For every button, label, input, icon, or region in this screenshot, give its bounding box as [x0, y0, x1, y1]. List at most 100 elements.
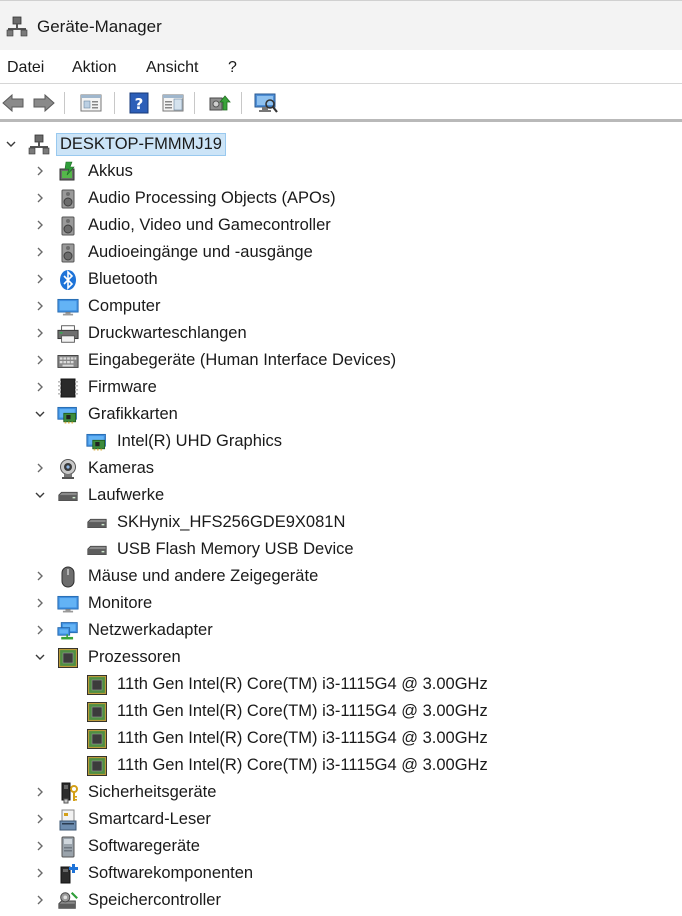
speaker-icon	[57, 188, 79, 210]
toolbar-separator	[64, 92, 65, 114]
network-adapter-icon	[57, 620, 79, 642]
tree-device-label: Intel(R) UHD Graphics	[117, 432, 283, 450]
printer-icon	[57, 323, 79, 345]
tree-category-label: Prozessoren	[88, 648, 181, 666]
chevron-right-icon[interactable]	[32, 271, 48, 287]
tree-category-label: Netzwerkadapter	[88, 621, 213, 639]
chevron-right-icon[interactable]	[32, 352, 48, 368]
tree-category-label: Audioeingänge und -ausgänge	[88, 243, 313, 261]
speaker-icon	[57, 215, 79, 237]
help-icon[interactable]: ?	[126, 91, 152, 115]
chevron-down-icon[interactable]	[3, 136, 19, 152]
svg-text:?: ?	[135, 95, 144, 113]
tree-category-label: Firmware	[88, 378, 157, 396]
tree-category-firmware[interactable]: Firmware	[0, 374, 682, 401]
chevron-down-icon[interactable]	[32, 649, 48, 665]
chevron-right-icon[interactable]	[32, 865, 48, 881]
tree-category-druckwarteschlangen[interactable]: Druckwarteschlangen	[0, 320, 682, 347]
menu-bar: Datei Aktion Ansicht ?	[0, 50, 682, 84]
chevron-right-icon[interactable]	[32, 460, 48, 476]
security-key-icon	[57, 782, 79, 804]
chevron-right-icon[interactable]	[32, 298, 48, 314]
tree-category-eingabegeraete-human-interface-devices[interactable]: Eingabegeräte (Human Interface Devices)	[0, 347, 682, 374]
tree-category-audioeingaenge-und-ausgaenge[interactable]: Audioeingänge und -ausgänge	[0, 239, 682, 266]
tree-category-monitore[interactable]: Monitore	[0, 590, 682, 617]
device-tree[interactable]: DESKTOP-FMMMJ19 Akkus Audio Processing Obj…	[0, 131, 682, 916]
tree-category-audio-video-und-gamecontroller[interactable]: Audio, Video und Gamecontroller	[0, 212, 682, 239]
tree-category-sicherheitsgeraete[interactable]: Sicherheitsgeräte	[0, 779, 682, 806]
tree-category-softwaregeraete[interactable]: Softwaregeräte	[0, 833, 682, 860]
tree-category-akkus[interactable]: Akkus	[0, 158, 682, 185]
menu-ansicht[interactable]: Ansicht	[146, 59, 198, 77]
tree-device-label: 11th Gen Intel(R) Core(TM) i3-1115G4 @ 3…	[117, 675, 488, 693]
chevron-right-icon[interactable]	[32, 838, 48, 854]
tree-category-label: Eingabegeräte (Human Interface Devices)	[88, 351, 397, 369]
title-bar: Geräte-Manager	[0, 0, 682, 50]
display-adapter-icon	[57, 404, 79, 426]
update-driver-icon[interactable]	[206, 91, 232, 115]
tree-category-netzwerkadapter[interactable]: Netzwerkadapter	[0, 617, 682, 644]
tree-category-prozessoren[interactable]: Prozessoren	[0, 644, 682, 671]
tree-category-label: Smartcard-Leser	[88, 810, 211, 828]
tree-category-speichercontroller[interactable]: Speichercontroller	[0, 887, 682, 914]
menu-datei[interactable]: Datei	[7, 59, 44, 77]
chevron-right-icon[interactable]	[32, 325, 48, 341]
scan-hardware-icon[interactable]	[253, 91, 279, 115]
chevron-right-icon[interactable]	[32, 811, 48, 827]
back-arrow-icon[interactable]	[0, 91, 26, 115]
tree-category-label: Bluetooth	[88, 270, 158, 288]
chevron-right-icon[interactable]	[32, 568, 48, 584]
chevron-right-icon[interactable]	[32, 190, 48, 206]
chevron-down-icon[interactable]	[32, 487, 48, 503]
monitor-icon	[57, 296, 79, 318]
tree-category-smartcard-leser[interactable]: Smartcard-Leser	[0, 806, 682, 833]
chevron-down-icon[interactable]	[32, 406, 48, 422]
tree-device-node[interactable]: Intel(R) UHD Graphics	[0, 428, 682, 455]
tree-device-node[interactable]: USB Flash Memory USB Device	[0, 536, 682, 563]
tree-device-node[interactable]: SKHynix_HFS256GDE9X081N	[0, 509, 682, 536]
tree-category-audio-processing-objects-apos[interactable]: Audio Processing Objects (APOs)	[0, 185, 682, 212]
properties-icon[interactable]	[78, 91, 104, 115]
tree-category-bluetooth[interactable]: Bluetooth	[0, 266, 682, 293]
toolbar-separator	[194, 92, 195, 114]
menu-help[interactable]: ?	[228, 59, 237, 77]
chevron-right-icon[interactable]	[32, 163, 48, 179]
processor-icon	[57, 647, 79, 669]
tree-category-computer[interactable]: Computer	[0, 293, 682, 320]
tree-device-node[interactable]: 11th Gen Intel(R) Core(TM) i3-1115G4 @ 3…	[0, 698, 682, 725]
software-component-icon	[57, 863, 79, 885]
webcam-icon	[57, 458, 79, 480]
tree-category-laufwerke[interactable]: Laufwerke	[0, 482, 682, 509]
action-pane-icon[interactable]	[160, 91, 186, 115]
tree-category-label: Computer	[88, 297, 161, 315]
tree-device-node[interactable]: 11th Gen Intel(R) Core(TM) i3-1115G4 @ 3…	[0, 752, 682, 779]
chevron-right-icon[interactable]	[32, 244, 48, 260]
tree-category-label: Monitore	[88, 594, 153, 612]
keyboard-icon	[57, 350, 79, 372]
tree-root-node[interactable]: DESKTOP-FMMMJ19	[0, 131, 682, 158]
tree-category-grafikkarten[interactable]: Grafikkarten	[0, 401, 682, 428]
tree-device-node[interactable]: 11th Gen Intel(R) Core(TM) i3-1115G4 @ 3…	[0, 725, 682, 752]
chevron-right-icon[interactable]	[32, 379, 48, 395]
display-adapter-icon	[86, 431, 108, 453]
tree-category-label: Kameras	[88, 459, 155, 477]
tree-root-label: DESKTOP-FMMMJ19	[56, 133, 226, 156]
chevron-right-icon[interactable]	[32, 892, 48, 908]
forward-arrow-icon[interactable]	[31, 91, 57, 115]
tree-category-label: Softwarekomponenten	[88, 864, 254, 882]
tree-device-node[interactable]: 11th Gen Intel(R) Core(TM) i3-1115G4 @ 3…	[0, 671, 682, 698]
tree-category-kameras[interactable]: Kameras	[0, 455, 682, 482]
tree-category-softwarekomponenten[interactable]: Softwarekomponenten	[0, 860, 682, 887]
chevron-right-icon[interactable]	[32, 622, 48, 638]
tree-category-label: Sicherheitsgeräte	[88, 783, 217, 801]
tree-category-maeuse-und-andere-zeigegeraete[interactable]: Mäuse und andere Zeigegeräte	[0, 563, 682, 590]
processor-icon	[86, 674, 108, 696]
chevron-right-icon[interactable]	[32, 784, 48, 800]
battery-icon	[57, 161, 79, 183]
tree-category-label: Softwaregeräte	[88, 837, 200, 855]
tree-category-label: Grafikkarten	[88, 405, 178, 423]
chevron-right-icon[interactable]	[32, 217, 48, 233]
menu-aktion[interactable]: Aktion	[72, 59, 116, 77]
chevron-right-icon[interactable]	[32, 595, 48, 611]
speaker-icon	[57, 242, 79, 264]
